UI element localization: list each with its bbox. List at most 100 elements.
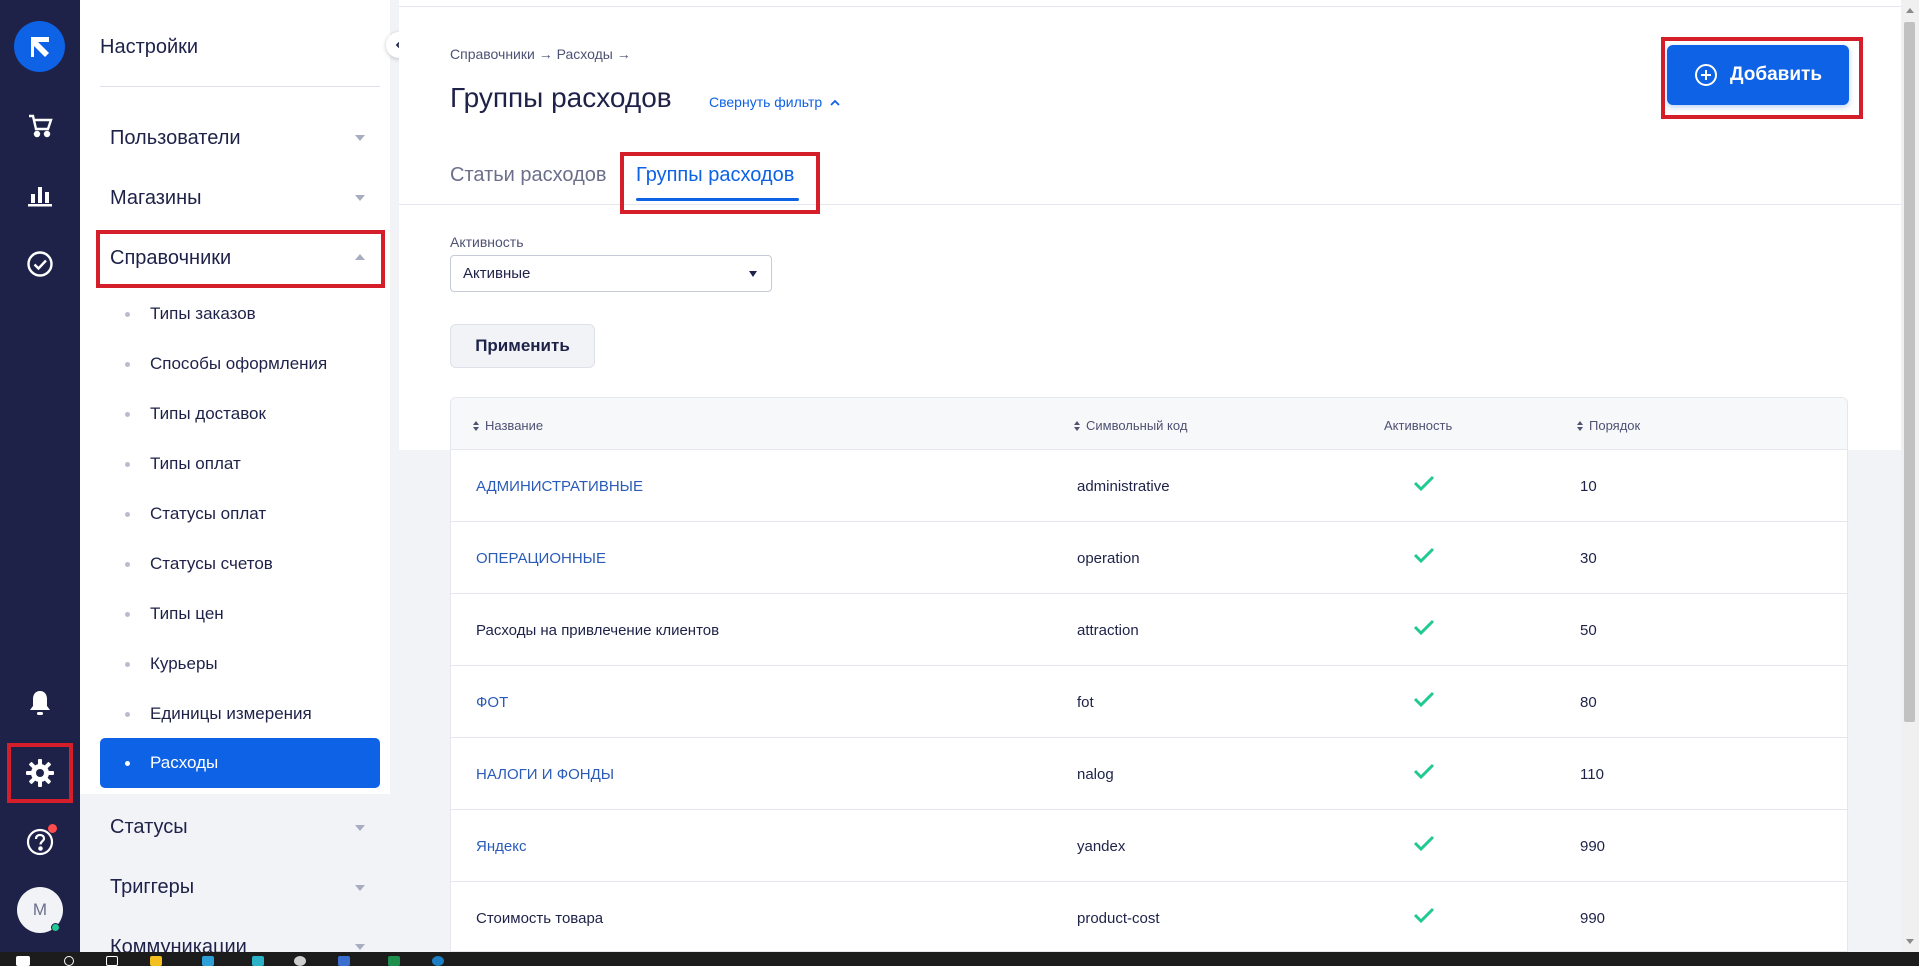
row-order: 10 [1580,478,1597,495]
sidebar-divider [100,86,380,87]
subitem-label: Статусы оплат [150,504,267,523]
column-header-code[interactable]: Символьный код [1074,418,1187,433]
app-icon[interactable] [252,956,264,966]
row-name[interactable]: НАЛОГИ И ФОНДЫ [476,766,614,783]
chevron-up-icon [830,99,840,106]
row-order: 990 [1580,910,1606,927]
filter-toggle-link[interactable]: Свернуть фильтр [709,94,840,110]
table-header: Название Символьный код Активность Поряд… [451,398,1847,450]
add-button[interactable]: Добавить [1667,45,1849,105]
row-code: attraction [1077,622,1139,639]
tab-expense-items[interactable]: Статьи расходов [450,164,607,187]
checkmark-icon [1413,763,1435,780]
subitem-label: Расходы [150,753,219,772]
subitem-label: Статусы счетов [150,554,273,573]
column-header-activity: Активность [1384,418,1452,433]
app-icon[interactable] [202,956,214,966]
sidebar-title: Настройки [100,36,199,58]
app-root: M Настройки Пользователи Магазины Справо… [0,0,1919,966]
chevron-down-icon[interactable] [355,135,365,141]
search-icon[interactable] [64,956,74,966]
scroll-down-icon[interactable] [1906,939,1914,944]
bullet-icon [125,461,130,467]
sidebar-subitem-units[interactable]: Единицы измерения [100,689,380,739]
table-row[interactable]: Расходы на привлечение клиентов attracti… [451,594,1847,666]
row-order: 110 [1580,766,1604,783]
activity-select-value: Активные [463,265,531,282]
sidebar-subitem-payment-statuses[interactable]: Статусы оплат [100,489,380,539]
checkmark-icon [1413,691,1435,708]
row-name[interactable]: ОПЕРАЦИОННЫЕ [476,550,606,567]
row-code: administrative [1077,478,1170,495]
app-icon[interactable] [432,956,444,966]
table-row[interactable]: Яндекс yandex 990 [451,810,1847,882]
sort-icon [1074,420,1080,431]
row-name[interactable]: ФОТ [476,694,508,711]
sidebar-item-statuses[interactable]: Статусы [110,816,188,839]
explorer-icon[interactable] [150,956,162,966]
sidebar-subitem-order-types[interactable]: Типы заказов [100,289,380,339]
scroll-up-icon[interactable] [1906,8,1914,13]
row-order: 990 [1580,838,1606,855]
sidebar-subitem-payment-types[interactable]: Типы оплат [100,439,380,489]
browser-icon[interactable] [294,956,306,966]
bullet-icon [125,611,130,617]
bell-icon[interactable] [0,681,80,725]
add-button-label: Добавить [1729,64,1823,85]
plus-circle-icon [1694,64,1717,86]
sidebar-item-shops[interactable]: Магазины [110,187,202,210]
logo-icon[interactable] [14,21,65,72]
chevron-down-icon[interactable] [355,885,365,891]
subitem-label: Единицы измерения [150,704,312,723]
row-name[interactable]: АДМИНИСТРАТИВНЫЕ [476,478,643,495]
chevron-down-icon[interactable] [355,944,365,950]
bullet-icon [125,561,130,567]
apply-button[interactable]: Применить [450,324,595,368]
os-taskbar [0,952,1919,966]
top-border [399,6,1901,7]
check-circle-icon[interactable] [0,242,80,286]
activity-select[interactable]: Активные [450,255,772,292]
sidebar-subitem-delivery-types[interactable]: Типы доставок [100,389,380,439]
start-icon[interactable] [16,956,30,966]
bullet-icon [125,311,130,317]
column-label: Порядок [1589,418,1641,433]
scrollbar-thumb[interactable] [1904,22,1915,722]
references-highlight-frame [96,230,385,288]
sidebar-subitem-couriers[interactable]: Курьеры [100,639,380,689]
sidebar-subitem-checkout-methods[interactable]: Способы оформления [100,339,380,389]
excel-icon[interactable] [388,956,400,966]
sidebar-subitem-expenses[interactable]: Расходы [100,738,380,788]
sidebar-item-users[interactable]: Пользователи [110,127,241,150]
row-name[interactable]: Яндекс [476,838,526,855]
online-status-dot [51,923,60,932]
chevron-down-icon[interactable] [355,825,365,831]
app-icon[interactable] [338,956,350,966]
chevron-down-icon[interactable] [355,195,365,201]
table-row[interactable]: НАЛОГИ И ФОНДЫ nalog 110 [451,738,1847,810]
row-name[interactable]: Стоимость товара [476,910,603,927]
sidebar-item-triggers[interactable]: Триггеры [110,876,194,899]
icon-rail: M [0,0,80,952]
subitem-label: Типы доставок [150,404,266,423]
help-icon[interactable] [0,820,80,864]
row-code: nalog [1077,766,1114,783]
column-header-order[interactable]: Порядок [1577,418,1640,433]
breadcrumb[interactable]: Справочники → Расходы → [450,46,631,62]
page-title: Группы расходов [450,82,672,113]
task-view-icon[interactable] [106,956,118,966]
sidebar-subitem-invoice-statuses[interactable]: Статусы счетов [100,539,380,589]
checkmark-icon [1413,907,1435,924]
cart-icon[interactable] [0,103,80,147]
table-row[interactable]: АДМИНИСТРАТИВНЫЕ administrative 10 [451,450,1847,522]
column-header-name[interactable]: Название [473,418,543,433]
checkmark-icon [1413,475,1435,492]
row-name[interactable]: Расходы на привлечение клиентов [476,622,719,639]
table-row[interactable]: ФОТ fot 80 [451,666,1847,738]
bullet-icon [125,411,130,417]
sidebar-subitem-price-types[interactable]: Типы цен [100,589,380,639]
subitem-label: Типы оплат [150,454,241,473]
chart-icon[interactable] [0,172,80,216]
table-row[interactable]: Стоимость товара product-cost 990 [451,882,1847,951]
table-row[interactable]: ОПЕРАЦИОННЫЕ operation 30 [451,522,1847,594]
